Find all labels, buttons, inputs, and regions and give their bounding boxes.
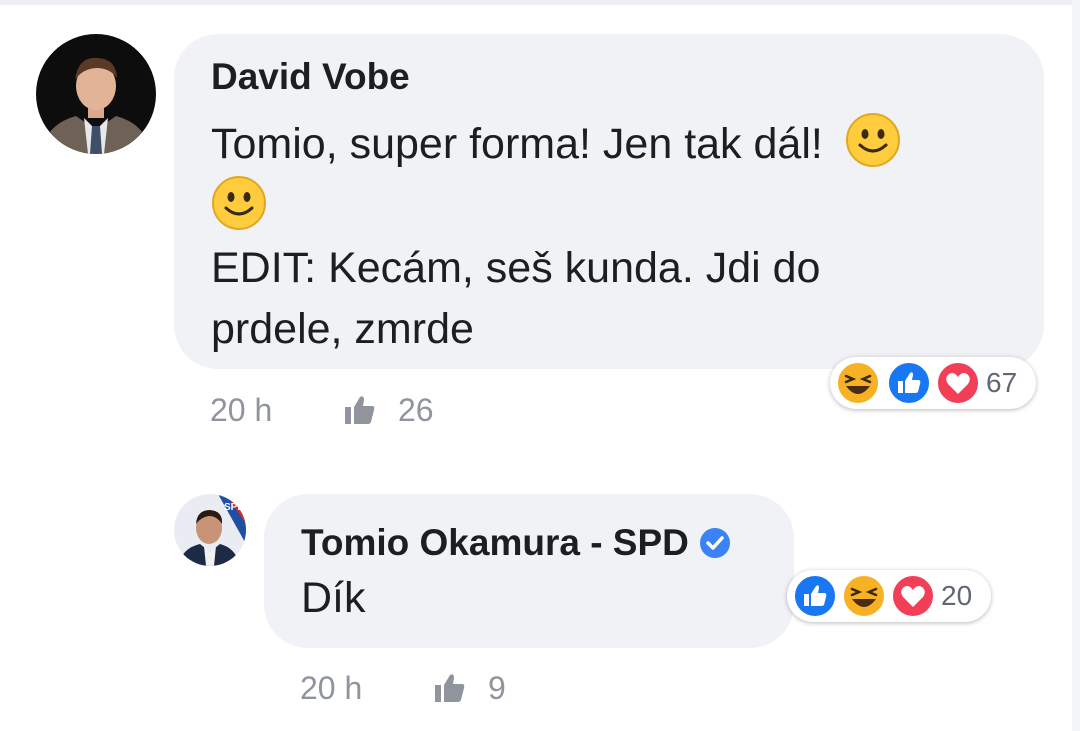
comment-author[interactable]: David Vobe xyxy=(211,56,410,98)
thumbs-up-icon[interactable] xyxy=(344,394,376,426)
avatar[interactable]: SPD xyxy=(174,494,246,566)
like-icon xyxy=(887,361,931,405)
love-icon xyxy=(936,361,980,405)
comment-meta: 20 h 26 xyxy=(210,392,510,432)
avatar[interactable] xyxy=(36,34,156,154)
like-icon xyxy=(793,574,837,618)
smiley-emoji-icon xyxy=(212,176,266,230)
comment-author[interactable]: Tomio Okamura - SPD xyxy=(301,522,731,564)
comment-text-line: EDIT: Kecám, seš kunda. Jdi do xyxy=(211,244,821,292)
reaction-count: 67 xyxy=(986,367,1018,398)
comment-text: Tomio, super forma! Jen tak dál! EDIT: K… xyxy=(211,112,901,360)
thumbs-up-icon[interactable] xyxy=(434,672,466,704)
scrollbar[interactable] xyxy=(1072,0,1080,731)
avatar-badge-text: SPD xyxy=(224,502,245,513)
haha-icon xyxy=(836,361,880,405)
love-icon xyxy=(891,574,935,618)
comment-text-line: prdele, zmrde xyxy=(211,305,474,353)
comment-meta: 20 h 9 xyxy=(300,670,560,710)
reactions-summary[interactable]: 67 xyxy=(830,357,1036,409)
comment-timestamp[interactable]: 20 h xyxy=(300,670,362,707)
comment-bubble: David Vobe Tomio, super forma! Jen tak d… xyxy=(174,34,1044,369)
smiley-emoji-icon xyxy=(845,113,900,167)
verified-badge-icon xyxy=(699,528,730,558)
top-divider xyxy=(0,0,1080,5)
comment-author-name: Tomio Okamura - SPD xyxy=(301,522,689,563)
reaction-count: 20 xyxy=(941,580,973,611)
comment-timestamp[interactable]: 20 h xyxy=(210,392,272,429)
comment-text: Dík xyxy=(301,574,366,622)
like-count: 26 xyxy=(398,392,434,428)
haha-icon xyxy=(842,574,886,618)
comment-bubble: Tomio Okamura - SPD Dík xyxy=(264,494,794,648)
comment-text-line: Tomio, super forma! Jen tak dál! xyxy=(211,120,823,168)
like-count: 9 xyxy=(488,670,506,706)
reactions-summary[interactable]: 20 xyxy=(787,570,991,622)
